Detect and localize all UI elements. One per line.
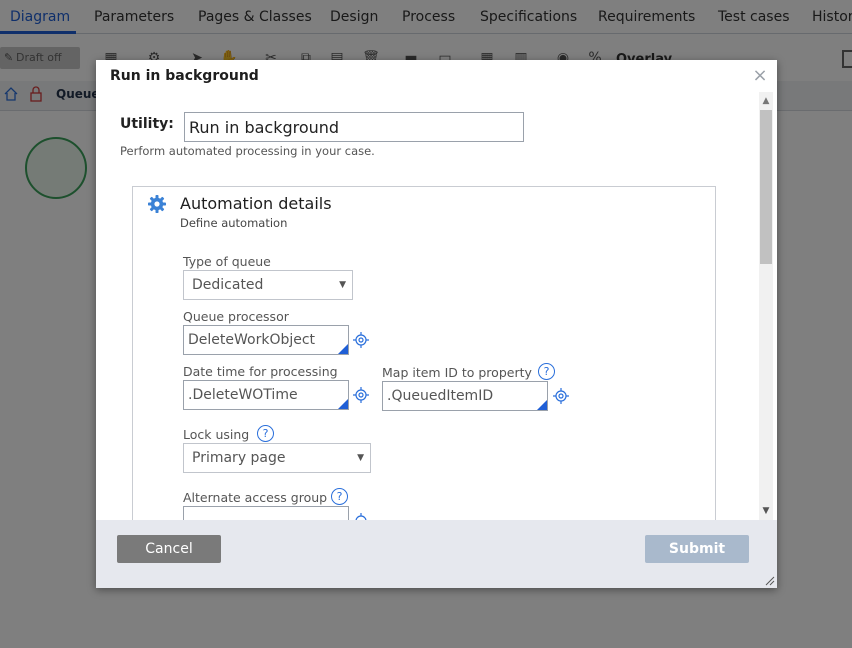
queue-processor-label: Queue processor bbox=[183, 309, 289, 324]
chevron-down-icon: ▼ bbox=[339, 280, 346, 290]
type-of-queue-select[interactable]: Dedicated ▼ bbox=[183, 270, 353, 300]
help-icon[interactable]: ? bbox=[257, 425, 274, 442]
date-time-processing-input[interactable]: .DeleteWOTime bbox=[183, 380, 349, 410]
utility-label: Utility: bbox=[120, 116, 174, 132]
section-subtitle: Define automation bbox=[180, 216, 288, 230]
date-time-processing-value: .DeleteWOTime bbox=[188, 387, 298, 403]
lock-using-select[interactable]: Primary page ▼ bbox=[183, 443, 371, 473]
submit-button[interactable]: Submit bbox=[645, 535, 749, 563]
type-of-queue-value: Dedicated bbox=[192, 277, 264, 293]
section-title: Automation details bbox=[180, 194, 332, 213]
lock-using-value: Primary page bbox=[192, 450, 286, 466]
alternate-access-group-input[interactable] bbox=[183, 506, 349, 520]
crosshair-icon[interactable] bbox=[353, 332, 369, 348]
help-icon[interactable]: ? bbox=[331, 488, 348, 505]
autocomplete-corner-icon bbox=[338, 399, 348, 409]
crosshair-icon[interactable] bbox=[353, 387, 369, 403]
type-of-queue-label: Type of queue bbox=[183, 254, 271, 269]
chevron-down-icon: ▼ bbox=[357, 453, 364, 463]
gear-icon bbox=[148, 195, 166, 213]
alternate-access-group-label: Alternate access group bbox=[183, 490, 328, 505]
queue-processor-input[interactable]: DeleteWorkObject bbox=[183, 325, 349, 355]
dialog-title: Run in background bbox=[110, 68, 259, 84]
autocomplete-corner-icon bbox=[338, 344, 348, 354]
scroll-thumb[interactable] bbox=[760, 110, 772, 264]
utility-input[interactable] bbox=[184, 112, 524, 142]
help-icon[interactable]: ? bbox=[538, 363, 555, 380]
resize-grip-icon[interactable] bbox=[765, 576, 775, 586]
queue-processor-value: DeleteWorkObject bbox=[188, 332, 316, 348]
scroll-down-arrow-icon[interactable]: ▼ bbox=[760, 504, 772, 518]
utility-description: Perform automated processing in your cas… bbox=[120, 144, 375, 158]
cancel-button[interactable]: Cancel bbox=[117, 535, 221, 563]
autocomplete-corner-icon bbox=[537, 400, 547, 410]
crosshair-icon[interactable] bbox=[353, 513, 369, 520]
scroll-up-arrow-icon[interactable]: ▲ bbox=[760, 94, 772, 108]
lock-using-label: Lock using bbox=[183, 427, 250, 442]
map-item-id-label: Map item ID to property bbox=[382, 365, 532, 380]
map-item-id-value: .QueuedItemID bbox=[387, 388, 494, 404]
crosshair-icon[interactable] bbox=[553, 388, 569, 404]
map-item-id-input[interactable]: .QueuedItemID bbox=[382, 381, 548, 411]
close-icon[interactable]: × bbox=[751, 67, 769, 85]
date-time-processing-label: Date time for processing bbox=[183, 364, 338, 379]
